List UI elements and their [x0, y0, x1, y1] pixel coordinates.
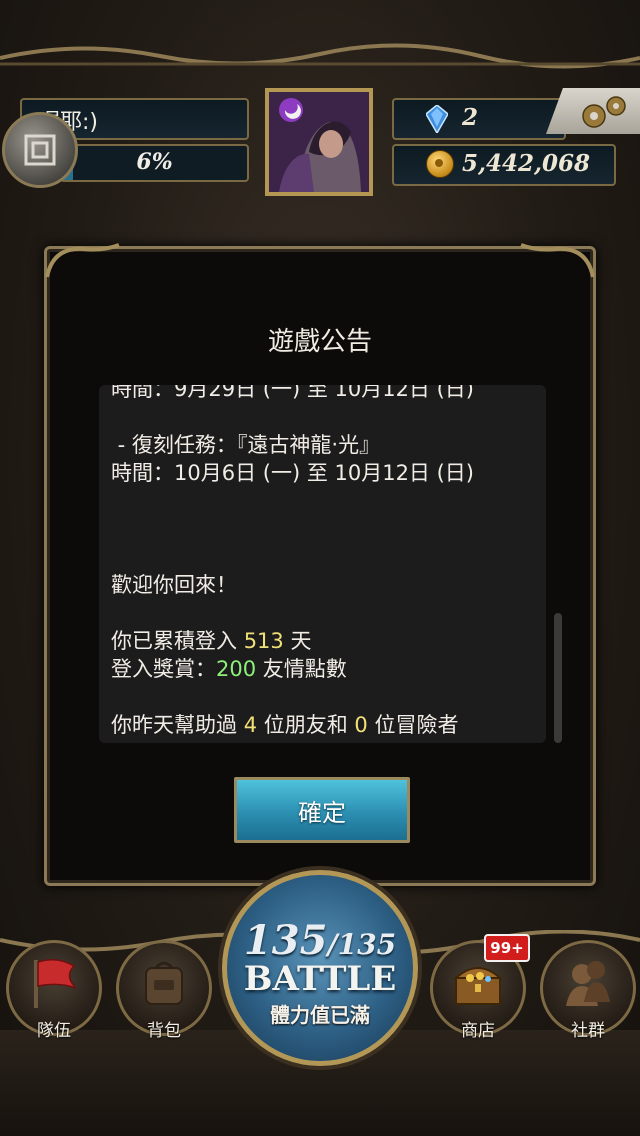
- gold-coin-icon: [426, 150, 454, 178]
- login-reward-line: 登入獎賞：200 友情點數: [111, 657, 347, 681]
- coin-counter[interactable]: 5,442,068: [392, 144, 616, 186]
- red-flag-icon: [34, 959, 77, 1008]
- treasure-chest-icon: [453, 967, 503, 1005]
- backpack-icon: [145, 961, 183, 1005]
- blue-gem-icon: [426, 105, 448, 133]
- rank-badge-icon[interactable]: [2, 112, 78, 188]
- dialog-title: 遊戲公告: [267, 327, 372, 357]
- dialog-corner-ornament: [45, 243, 120, 278]
- login-reward-value: 200: [216, 657, 257, 681]
- experience-percent: 6%: [136, 149, 173, 175]
- stamina-status: 體力值已滿: [270, 1003, 370, 1027]
- helped-friends-line: 你昨天幫助過 4 位朋友和 0 位冒險者: [111, 713, 459, 737]
- login-days-value: 513: [243, 629, 284, 653]
- stamina-current: 135: [243, 917, 328, 964]
- scrollbar-thumb[interactable]: [554, 613, 562, 743]
- nav-shop-label: 商店: [461, 1021, 495, 1041]
- gears-icon[interactable]: [578, 92, 630, 132]
- avatar-portrait: [269, 92, 369, 192]
- nav-social[interactable]: 社群: [540, 940, 636, 1041]
- top-ornament-decoration: [0, 43, 640, 69]
- announcement-line: 時間：10月6日 (一) 至 10月12日 (日): [111, 461, 474, 485]
- player-avatar[interactable]: [265, 88, 373, 196]
- shop-notification-badge: 99+: [484, 934, 530, 962]
- battle-label: BATTLE: [243, 959, 397, 999]
- announcement-dialog: 遊戲公告 時間：9月29日 (一) 至 10月12日 (日) - 復刻任務：『遠…: [44, 243, 596, 886]
- coin-count: 5,442,068: [462, 150, 591, 177]
- dialog-corner-ornament: [520, 243, 595, 278]
- nav-bag[interactable]: 背包: [116, 940, 212, 1041]
- announcement-content[interactable]: 時間：9月29日 (一) 至 10月12日 (日) - 復刻任務：『遠古神龍‧光…: [99, 385, 546, 743]
- helped-adventurers-value: 0: [354, 713, 368, 737]
- gem-count: 2: [462, 104, 479, 131]
- nav-social-label: 社群: [571, 1021, 605, 1041]
- confirm-button[interactable]: 確定: [234, 777, 410, 843]
- nav-team-label: 隊伍: [37, 1021, 71, 1041]
- silhouettes-icon: [566, 961, 610, 1006]
- welcome-line: 歡迎你回來！: [111, 573, 237, 597]
- rank-glyph-icon: [24, 134, 56, 166]
- content-scrollbar[interactable]: [554, 385, 562, 743]
- announcement-line: - 復刻任務：『遠古神龍‧光』: [111, 433, 381, 457]
- top-status-bar: 喔耶:) 6% 2 5,442,068: [0, 0, 640, 205]
- helped-friends-value: 4: [243, 713, 258, 737]
- nav-bag-label: 背包: [147, 1021, 181, 1041]
- announcement-line: 時間：9月29日 (一) 至 10月12日 (日): [111, 385, 474, 401]
- stamina-max: /135: [327, 928, 397, 961]
- experience-bar: 6%: [60, 144, 249, 182]
- login-days-line: 你已累積登入 513 天: [111, 629, 312, 653]
- nav-team[interactable]: 隊伍: [6, 940, 102, 1041]
- battle-button[interactable]: 135/135 BATTLE 體力值已滿: [222, 870, 418, 1066]
- gem-counter[interactable]: 2: [392, 98, 566, 140]
- stamina-counter: 135/135: [227, 917, 413, 964]
